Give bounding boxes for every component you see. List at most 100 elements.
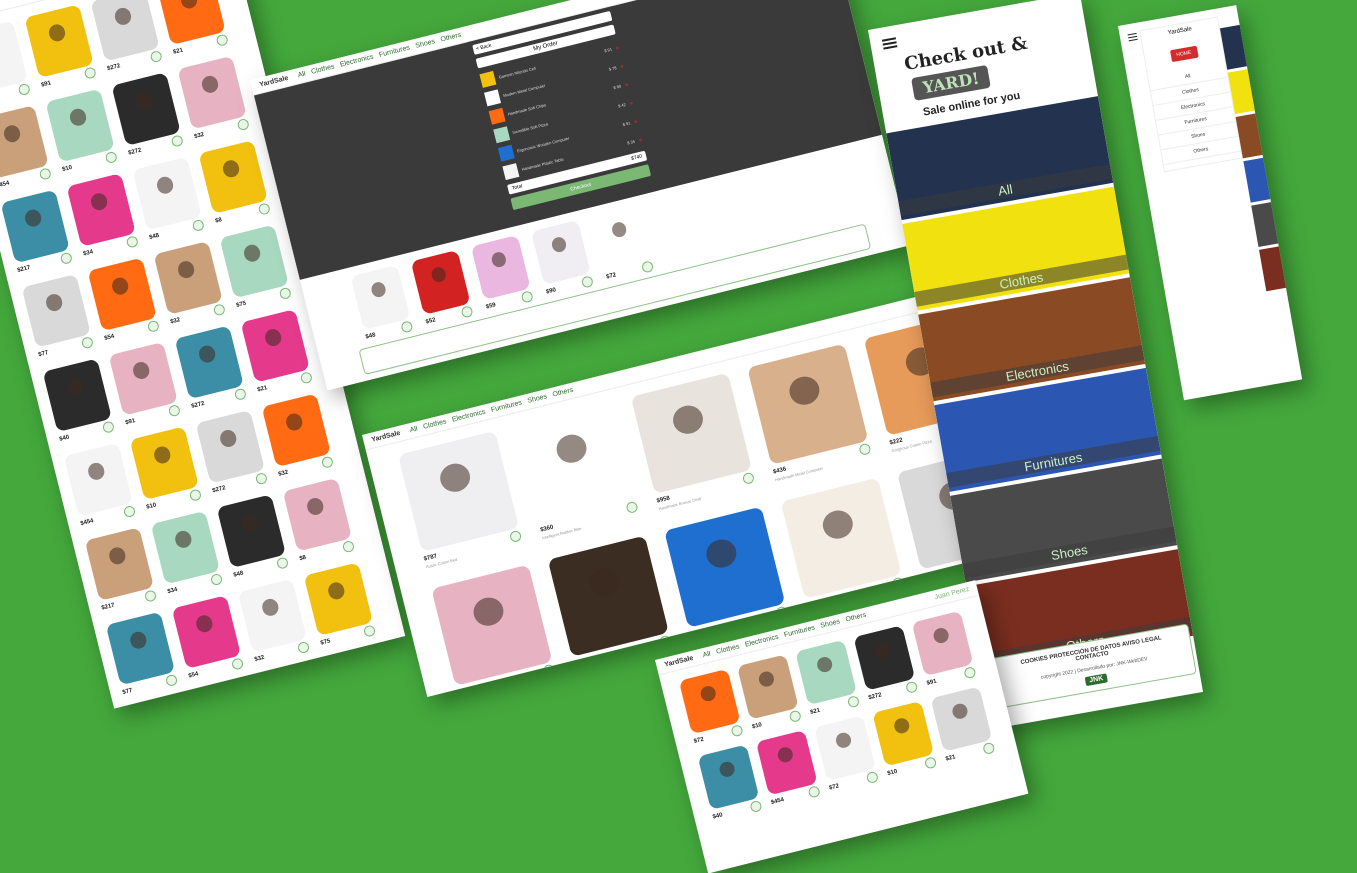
product-image[interactable] <box>755 729 818 796</box>
product-image[interactable] <box>350 264 411 330</box>
add-to-cart-icon[interactable] <box>122 504 137 519</box>
product-card[interactable]: $72 <box>678 668 744 747</box>
add-to-cart-icon[interactable] <box>542 663 556 677</box>
remove-item-icon[interactable]: ⊗ <box>633 118 637 124</box>
product-image[interactable] <box>171 595 242 669</box>
add-to-cart-icon[interactable] <box>254 471 269 486</box>
add-to-cart-icon[interactable] <box>963 666 977 680</box>
product-image[interactable] <box>63 442 133 517</box>
nav-item-clothes[interactable]: Clothes <box>716 643 741 656</box>
add-to-cart-icon[interactable] <box>59 251 73 265</box>
product-card[interactable]: $34 <box>150 510 224 597</box>
add-to-cart-icon[interactable] <box>788 709 802 723</box>
product-image[interactable] <box>258 663 329 709</box>
product-image[interactable] <box>911 610 974 677</box>
product-card[interactable]: $21 <box>156 0 229 58</box>
nav-item-others[interactable]: Others <box>440 32 462 44</box>
product-card[interactable]: $21 <box>240 309 314 395</box>
product-card[interactable]: $59 <box>470 234 534 313</box>
add-to-cart-icon[interactable] <box>209 572 224 587</box>
nav-item-all[interactable]: All <box>409 425 418 434</box>
product-image[interactable] <box>42 358 112 433</box>
product-card[interactable]: $90 <box>531 219 595 298</box>
product-card[interactable]: $787 Rustic Cotton Bed <box>397 430 524 569</box>
product-image[interactable] <box>84 527 155 601</box>
product-image[interactable] <box>108 341 178 416</box>
product-card[interactable]: $54 <box>87 257 161 344</box>
product-card[interactable]: $454 <box>755 729 821 808</box>
product-image[interactable] <box>216 494 286 569</box>
product-card[interactable]: $77 <box>21 273 95 360</box>
product-card[interactable]: $451 <box>664 506 789 641</box>
add-to-cart-icon[interactable] <box>101 420 116 434</box>
product-image[interactable] <box>853 625 916 691</box>
product-image[interactable] <box>126 696 197 709</box>
product-card[interactable]: $21 <box>930 686 996 764</box>
product-image[interactable] <box>174 325 244 400</box>
product-image[interactable] <box>132 156 202 231</box>
product-card[interactable]: $32 <box>237 578 311 665</box>
nav-item-all[interactable]: All <box>702 650 711 659</box>
remove-item-icon[interactable]: ⊗ <box>638 137 642 143</box>
product-image[interactable] <box>150 510 221 585</box>
product-card[interactable]: $40 <box>126 696 199 709</box>
add-to-cart-icon[interactable] <box>143 589 158 603</box>
product-image[interactable] <box>697 744 760 810</box>
product-card[interactable]: $48 <box>216 494 290 580</box>
add-to-cart-icon[interactable] <box>580 275 595 289</box>
add-to-cart-icon[interactable] <box>520 290 534 304</box>
product-image[interactable] <box>192 679 263 709</box>
add-to-cart-icon[interactable] <box>749 799 763 814</box>
add-to-cart-icon[interactable] <box>775 605 789 619</box>
category-banner-all[interactable]: All <box>1219 7 1303 70</box>
add-to-cart-icon[interactable] <box>17 82 31 97</box>
brand-logo[interactable]: YardSale <box>1141 22 1219 41</box>
product-card[interactable]: $454 <box>0 105 52 191</box>
product-card[interactable]: $48 <box>350 264 414 343</box>
product-card[interactable]: $10 <box>872 700 938 779</box>
product-image[interactable] <box>195 409 265 484</box>
product-card[interactable]: $272 <box>195 409 269 496</box>
product-image[interactable] <box>153 241 223 315</box>
product-card[interactable]: $32 <box>177 55 250 142</box>
add-to-cart-icon[interactable] <box>164 673 179 688</box>
product-card[interactable]: $48 <box>132 156 205 243</box>
nav-item-others[interactable]: Others <box>845 612 867 624</box>
add-to-cart-icon[interactable] <box>80 336 95 350</box>
nav-item-shoes[interactable]: Shoes <box>820 618 841 630</box>
add-to-cart-icon[interactable] <box>296 640 311 655</box>
product-card[interactable]: $91 <box>24 4 97 90</box>
product-image[interactable] <box>198 140 268 214</box>
product-card[interactable]: $8 <box>282 477 356 564</box>
add-to-cart-icon[interactable] <box>846 695 861 709</box>
product-card[interactable]: $272 <box>111 72 184 158</box>
product-image[interactable] <box>66 173 136 247</box>
remove-item-icon[interactable]: ⊗ <box>615 44 619 50</box>
product-card[interactable]: $217 <box>84 527 158 613</box>
product-card[interactable]: $54 <box>171 595 245 681</box>
product-card[interactable]: $72 <box>591 204 655 283</box>
nav-item-others[interactable]: Others <box>552 387 574 399</box>
product-card[interactable]: $32 <box>261 393 335 479</box>
add-to-cart-icon[interactable] <box>905 680 919 694</box>
add-to-cart-icon[interactable] <box>149 49 163 64</box>
product-image[interactable] <box>240 309 310 383</box>
product-card[interactable]: $346 <box>547 535 673 670</box>
product-image[interactable] <box>105 611 176 686</box>
add-to-cart-icon[interactable] <box>230 657 245 671</box>
product-card[interactable]: $75 <box>219 224 292 311</box>
add-to-cart-icon[interactable] <box>170 134 184 148</box>
product-image[interactable] <box>678 668 741 735</box>
product-card[interactable]: $217 <box>0 189 73 276</box>
product-card[interactable]: $958 Handmade Bronze Chair <box>630 372 757 511</box>
product-card[interactable]: $272 <box>258 663 331 709</box>
product-image[interactable] <box>0 189 70 264</box>
add-to-cart-icon[interactable] <box>362 624 377 638</box>
add-to-cart-icon[interactable] <box>341 539 356 554</box>
product-card[interactable]: $174 <box>780 477 905 612</box>
add-to-cart-icon[interactable] <box>320 455 335 469</box>
product-card[interactable]: $10 <box>45 88 118 175</box>
add-to-cart-icon[interactable] <box>38 167 52 181</box>
add-to-cart-icon[interactable] <box>215 33 229 47</box>
product-card[interactable]: $454 <box>63 442 137 529</box>
